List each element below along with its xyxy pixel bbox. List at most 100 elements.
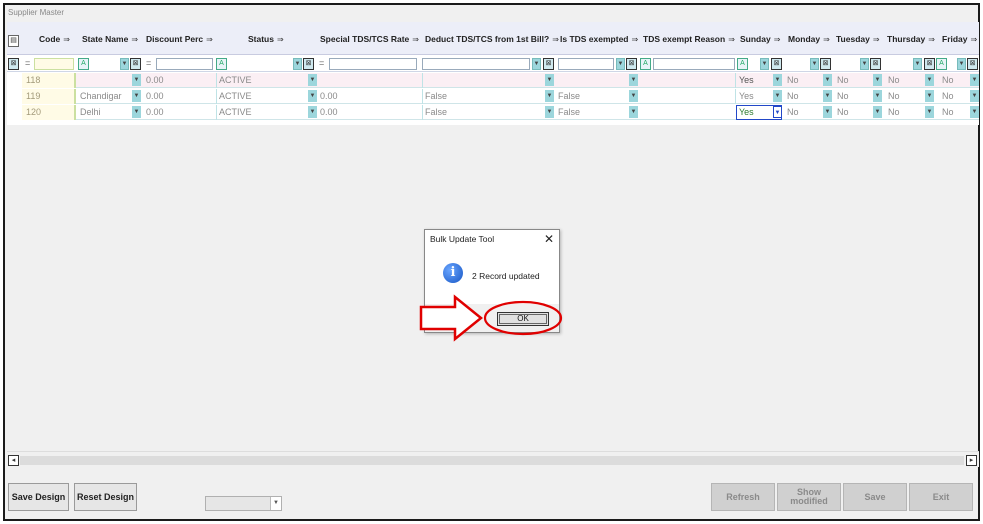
col-header-status[interactable]: Status ⇒ xyxy=(248,34,284,44)
tuesday-cell[interactable]: No xyxy=(837,91,849,101)
sunday-cell[interactable]: Yes xyxy=(739,91,754,101)
reset-design-button[interactable]: Reset Design xyxy=(74,483,137,511)
col-header-tds-exempt-reason[interactable]: TDS exempt Reason ⇒ xyxy=(643,34,735,44)
clear-filter-icon[interactable]: ⊠ xyxy=(626,58,637,70)
monday-dropdown-button[interactable]: ▼ xyxy=(823,106,832,118)
state-filter-dropdown[interactable]: ▼ xyxy=(120,58,129,70)
tuesday-filter-dropdown[interactable]: ▼ xyxy=(860,58,869,70)
discount-filter-input[interactable] xyxy=(156,58,213,70)
sunday-dropdown-button[interactable]: ▼ xyxy=(773,74,782,86)
state-dropdown-button[interactable]: ▼ xyxy=(132,74,141,86)
clear-filter-icon[interactable]: ⊠ xyxy=(967,58,978,70)
discount-filter-operator[interactable]: = xyxy=(146,58,151,68)
friday-dropdown-button[interactable]: ▼ xyxy=(970,90,979,102)
friday-dropdown-button[interactable]: ▼ xyxy=(970,74,979,86)
exempted-dropdown-button[interactable]: ▼ xyxy=(629,90,638,102)
deduct-filter-dropdown[interactable]: ▼ xyxy=(532,58,541,70)
special-rate-cell[interactable]: 0.00 xyxy=(320,91,338,101)
discount-cell[interactable]: 0.00 xyxy=(146,107,164,117)
deduct-cell[interactable]: False xyxy=(425,107,447,117)
special-rate-filter-input[interactable] xyxy=(329,58,417,70)
deduct-dropdown-button[interactable]: ▼ xyxy=(545,74,554,86)
sunday-cell[interactable]: Yes xyxy=(739,75,754,85)
col-header-monday[interactable]: Monday ⇒ xyxy=(788,34,830,44)
tuesday-dropdown-button[interactable]: ▼ xyxy=(873,106,882,118)
clear-filter-icon[interactable]: ⊠ xyxy=(8,58,19,70)
tuesday-dropdown-button[interactable]: ▼ xyxy=(873,74,882,86)
scroll-right-icon[interactable]: ▸ xyxy=(966,455,977,466)
clear-filter-icon[interactable]: ⊠ xyxy=(130,58,141,70)
friday-cell[interactable]: No xyxy=(942,91,954,101)
monday-dropdown-button[interactable]: ▼ xyxy=(823,74,832,86)
state-cell[interactable]: Chandigar xyxy=(80,91,122,101)
deduct-filter-input[interactable] xyxy=(422,58,530,70)
discount-cell[interactable]: 0.00 xyxy=(146,91,164,101)
code-filter-input[interactable] xyxy=(34,58,74,70)
friday-cell[interactable]: No xyxy=(942,75,954,85)
status-cell[interactable]: ACTIVE xyxy=(219,107,252,117)
thursday-filter-dropdown[interactable]: ▼ xyxy=(913,58,922,70)
status-dropdown-button[interactable]: ▼ xyxy=(308,106,317,118)
table-row[interactable]: 119 Chandigar ▼ 0.00 ACTIVE ▼ 0.00 False… xyxy=(22,89,979,104)
col-header-tuesday[interactable]: Tuesday ⇒ xyxy=(836,34,880,44)
thursday-dropdown-button[interactable]: ▼ xyxy=(925,90,934,102)
table-row[interactable]: 118 ▼ 0.00 ACTIVE ▼ ▼ ▼ Yes ▼ No ▼ No ▼ … xyxy=(22,73,979,88)
clear-filter-icon[interactable]: ⊠ xyxy=(543,58,554,70)
code-filter-operator[interactable]: = xyxy=(25,58,30,68)
friday-filter-dropdown[interactable]: ▼ xyxy=(957,58,966,70)
discount-cell[interactable]: 0.00 xyxy=(146,75,164,85)
thursday-cell[interactable]: No xyxy=(888,91,900,101)
sunday-filter-dropdown[interactable]: ▼ xyxy=(760,58,769,70)
col-header-code[interactable]: Code ⇒ xyxy=(39,34,70,44)
state-dropdown-button[interactable]: ▼ xyxy=(132,90,141,102)
status-cell[interactable]: ACTIVE xyxy=(219,75,252,85)
text-filter-icon[interactable]: A xyxy=(640,58,651,70)
refresh-button[interactable]: Refresh xyxy=(711,483,775,511)
deduct-cell[interactable]: False xyxy=(425,91,447,101)
clear-filter-icon[interactable]: ⊠ xyxy=(771,58,782,70)
ok-button[interactable]: OK xyxy=(497,312,549,326)
monday-cell[interactable]: No xyxy=(787,107,799,117)
sunday-dropdown-button[interactable]: ▼ xyxy=(773,106,782,118)
thursday-cell[interactable]: No xyxy=(888,75,900,85)
scroll-left-icon[interactable]: ◂ xyxy=(8,455,19,466)
sunday-dropdown-button[interactable]: ▼ xyxy=(773,90,782,102)
close-icon[interactable]: ✕ xyxy=(544,232,554,246)
status-dropdown-button[interactable]: ▼ xyxy=(308,90,317,102)
exempted-cell[interactable]: False xyxy=(558,91,580,101)
exempted-dropdown-button[interactable]: ▼ xyxy=(629,74,638,86)
status-dropdown-button[interactable]: ▼ xyxy=(308,74,317,86)
save-button[interactable]: Save xyxy=(843,483,907,511)
monday-dropdown-button[interactable]: ▼ xyxy=(823,90,832,102)
deduct-dropdown-button[interactable]: ▼ xyxy=(545,90,554,102)
exempted-cell[interactable]: False xyxy=(558,107,580,117)
status-filter-dropdown[interactable]: ▼ xyxy=(293,58,302,70)
save-design-button[interactable]: Save Design xyxy=(8,483,69,511)
tuesday-dropdown-button[interactable]: ▼ xyxy=(873,90,882,102)
tuesday-cell[interactable]: No xyxy=(837,75,849,85)
deduct-dropdown-button[interactable]: ▼ xyxy=(545,106,554,118)
show-modified-button[interactable]: Show modified xyxy=(777,483,841,511)
horizontal-scrollbar[interactable]: ◂ ▸ xyxy=(7,451,979,467)
monday-cell[interactable]: No xyxy=(787,75,799,85)
clear-filter-icon[interactable]: ⊠ xyxy=(924,58,935,70)
thursday-dropdown-button[interactable]: ▼ xyxy=(925,74,934,86)
col-header-friday[interactable]: Friday ⇒ xyxy=(942,34,977,44)
col-header-thursday[interactable]: Thursday ⇒ xyxy=(887,34,935,44)
text-filter-icon[interactable]: A xyxy=(216,58,227,70)
clear-filter-icon[interactable]: ⊠ xyxy=(870,58,881,70)
monday-filter-dropdown[interactable]: ▼ xyxy=(810,58,819,70)
col-header-tds-exempted[interactable]: Is TDS exempted ⇒ xyxy=(560,34,638,44)
special-rate-filter-operator[interactable]: = xyxy=(319,58,324,68)
grid-menu-icon[interactable]: ▤ xyxy=(8,35,19,47)
col-header-special-tds[interactable]: Special TDS/TCS Rate ⇒ xyxy=(320,34,419,44)
clear-filter-icon[interactable]: ⊠ xyxy=(820,58,831,70)
friday-cell[interactable]: No xyxy=(942,107,954,117)
tuesday-cell[interactable]: No xyxy=(837,107,849,117)
state-cell[interactable]: Delhi xyxy=(80,107,101,117)
special-rate-cell[interactable]: 0.00 xyxy=(320,107,338,117)
exempted-dropdown-button[interactable]: ▼ xyxy=(629,106,638,118)
col-header-state-name[interactable]: State Name ⇒ xyxy=(82,34,138,44)
exempted-filter-dropdown[interactable]: ▼ xyxy=(616,58,625,70)
col-header-deduct-tds[interactable]: Deduct TDS/TCS from 1st Bill? ⇒ xyxy=(425,34,559,44)
